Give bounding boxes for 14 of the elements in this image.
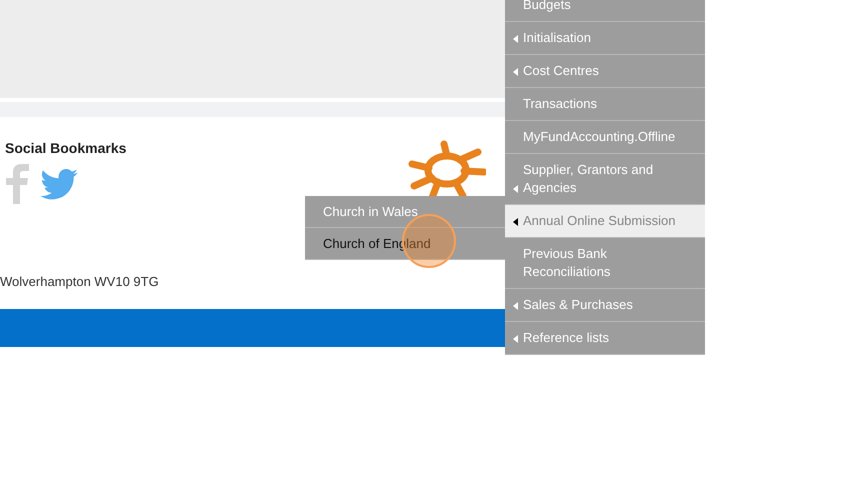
menu-item[interactable]: Transactions — [505, 88, 705, 121]
menu-item[interactable]: Previous Bank Reconciliations — [505, 238, 705, 289]
submenu-item[interactable]: Church in Wales — [305, 196, 505, 228]
menu-item[interactable]: MyFundAccounting.Offline — [505, 121, 705, 154]
menu-item[interactable]: Reference lists — [505, 322, 705, 355]
section-heading: Social Bookmarks — [5, 139, 126, 158]
submenu-item[interactable]: Church of England — [305, 228, 505, 260]
menu-item[interactable]: Annual Online Submission — [505, 205, 705, 238]
menu-item[interactable]: Initialisation — [505, 22, 705, 55]
menu-item[interactable]: Sales & Purchases — [505, 289, 705, 322]
twitter-icon[interactable] — [40, 169, 78, 200]
facebook-icon[interactable] — [6, 164, 29, 204]
menu-item[interactable]: Cost Centres — [505, 55, 705, 88]
address-text: Wolverhampton WV10 9TG — [0, 273, 159, 291]
